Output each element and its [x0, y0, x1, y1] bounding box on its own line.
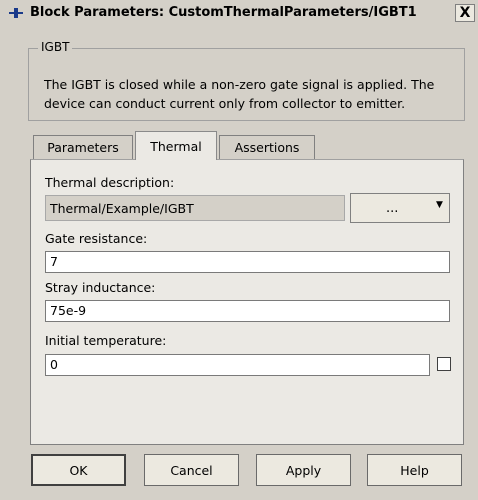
block-icon	[9, 8, 23, 18]
group-description: The IGBT is closed while a non-zero gate…	[44, 75, 459, 113]
close-icon: X	[459, 5, 471, 21]
tab-thermal[interactable]: Thermal	[135, 131, 217, 160]
apply-button[interactable]: Apply	[256, 454, 351, 486]
description-line-2: device can conduct current only from col…	[44, 96, 406, 111]
stray-inductance-input[interactable]: 75e-9	[45, 300, 450, 322]
dropdown-dots: ...	[386, 201, 399, 216]
description-line-1: The IGBT is closed while a non-zero gate…	[44, 77, 435, 92]
initial-temperature-input[interactable]: 0	[45, 354, 430, 376]
thermal-description-field: Thermal/Example/IGBT	[45, 195, 345, 221]
group-title: IGBT	[38, 40, 73, 54]
gate-resistance-input[interactable]: 7	[45, 251, 450, 273]
gate-resistance-label: Gate resistance:	[45, 231, 148, 246]
initial-temperature-label: Initial temperature:	[45, 333, 167, 348]
tab-parameters[interactable]: Parameters	[33, 135, 133, 159]
window-title: Block Parameters: CustomThermalParameter…	[30, 5, 417, 20]
thermal-description-dropdown[interactable]: ... ▼	[350, 193, 450, 223]
thermal-description-label: Thermal description:	[45, 175, 175, 190]
chevron-down-icon: ▼	[436, 200, 443, 210]
cancel-button[interactable]: Cancel	[144, 454, 239, 486]
title-bar[interactable]: Block Parameters: CustomThermalParameter…	[0, 0, 478, 28]
ok-button[interactable]: OK	[31, 454, 126, 486]
tab-assertions[interactable]: Assertions	[219, 135, 315, 159]
help-button[interactable]: Help	[367, 454, 462, 486]
stray-inductance-label: Stray inductance:	[45, 280, 156, 295]
close-button[interactable]: X	[455, 4, 475, 22]
initial-temperature-checkbox[interactable]	[437, 357, 451, 371]
